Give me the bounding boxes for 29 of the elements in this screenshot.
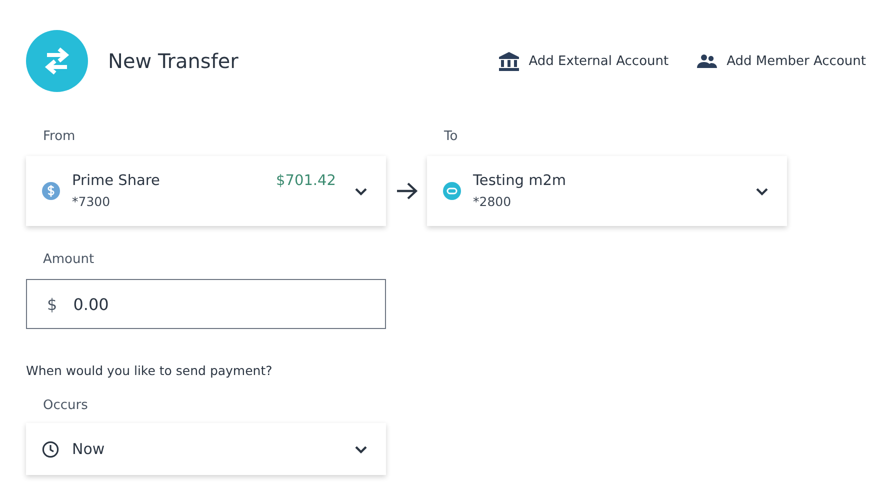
field-label: Amount [43,252,96,267]
schedule-question: When would you like to send payment? [26,363,274,378]
chevron-down-icon [755,186,769,196]
arrow-right-icon [396,182,418,200]
add-account-link[interactable]: Add External Account [498,52,669,70]
from-account-select[interactable]: Prime Share *7300 $701.42 [26,156,386,226]
account-number: *7300 [72,194,112,209]
field-label: To [444,129,459,144]
chevron-down-icon [354,444,368,454]
to-account-select[interactable]: Testing m2m *2800 [427,156,787,226]
people-icon [696,54,717,68]
dollar-coin-icon [42,182,60,200]
chevron-down-icon [354,186,368,196]
add-account-link[interactable]: Add Member Account [696,54,866,68]
account-name: Testing m2m [473,173,568,189]
account-number: *2800 [473,194,512,209]
link-icon [443,182,461,200]
field-label: From [43,129,76,144]
currency-symbol: $ [47,294,58,314]
account-name: Prime Share [72,173,161,189]
occurs-value: Now [72,440,106,458]
clock-icon [42,440,59,458]
account-balance: $701.42 [276,173,336,189]
field-label: Occurs [43,398,89,413]
bank-icon [498,52,519,70]
amount-field[interactable]: $ 0.00 [26,279,386,329]
page-title: New Transfer [108,49,240,73]
amount-value: 0.00 [73,294,109,314]
occurs-select[interactable]: Now [26,423,386,475]
